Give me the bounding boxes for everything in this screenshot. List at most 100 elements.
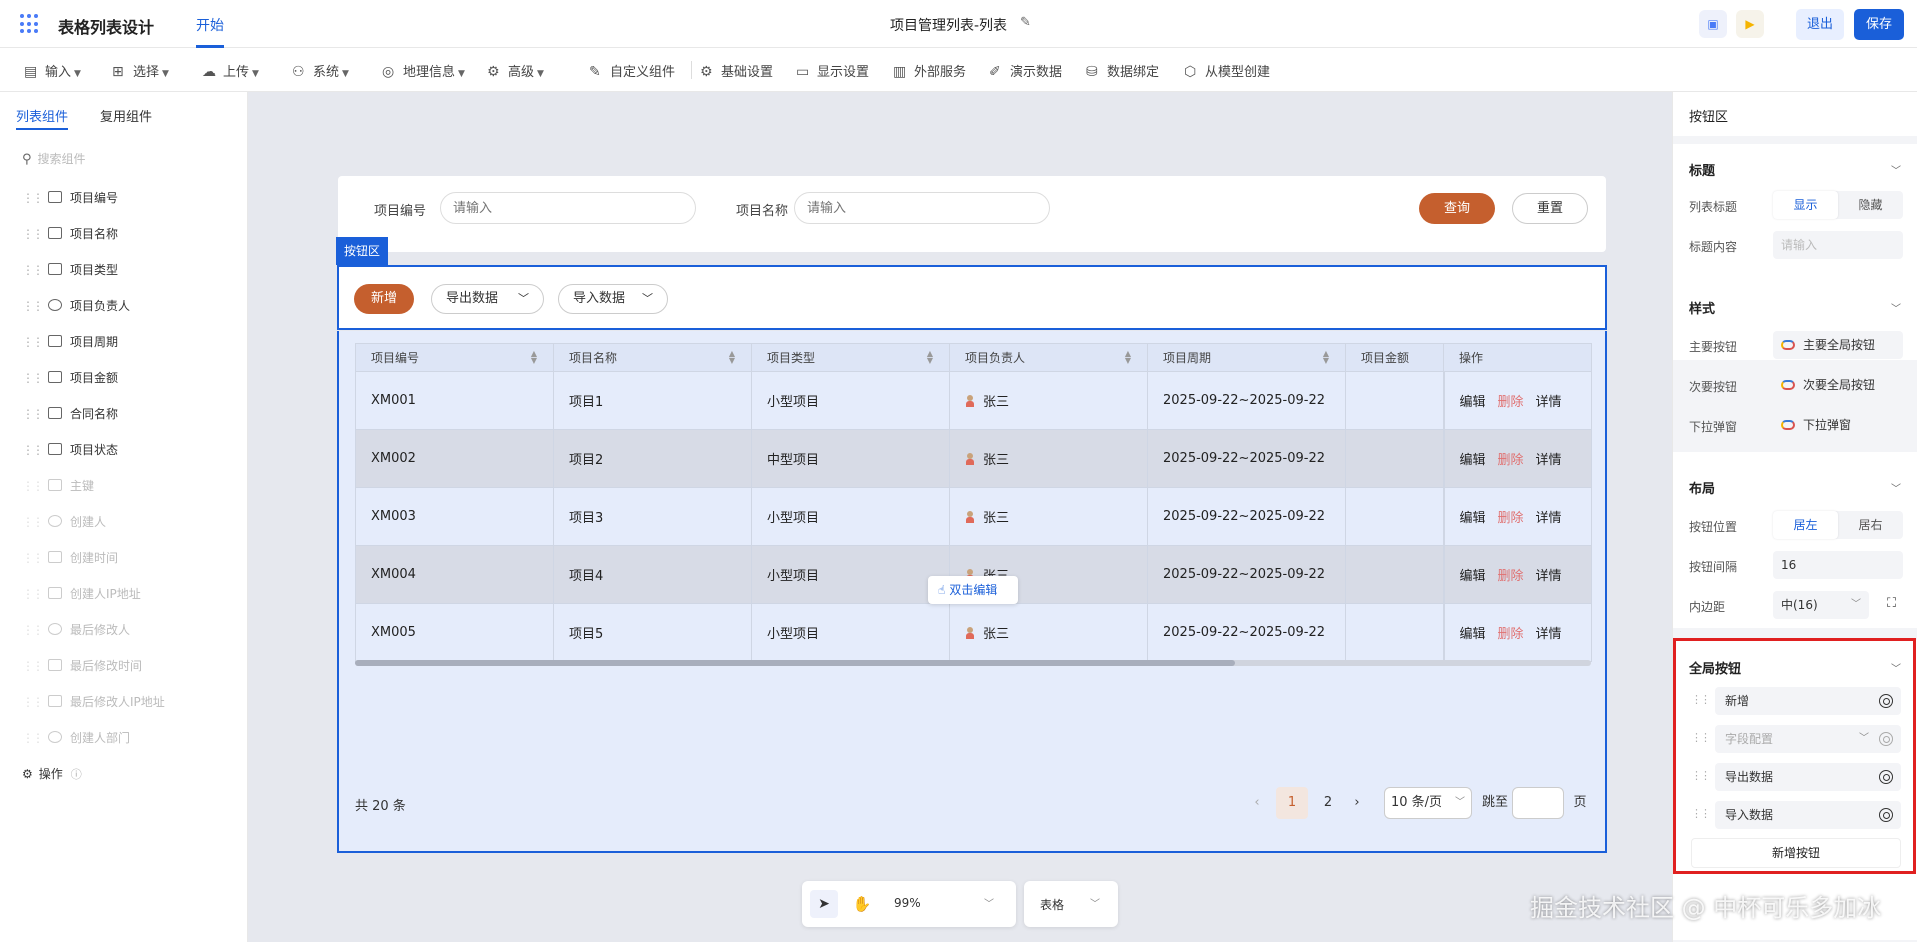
add-button[interactable]: 新增: [354, 284, 414, 314]
primary-button-select[interactable]: 主要全局按钮: [1773, 331, 1903, 359]
export-dropdown[interactable]: 导出数据 ﹀: [431, 284, 544, 314]
drag-handle-icon[interactable]: ⋮⋮: [1691, 693, 1711, 706]
component-item[interactable]: ⋮⋮ 项目状态: [22, 441, 118, 461]
tab-start[interactable]: 开始: [196, 15, 224, 35]
toolbar-custom[interactable]: ✎ 自定义组件: [589, 61, 675, 80]
reset-button[interactable]: 重置: [1512, 193, 1588, 224]
toolbar-system[interactable]: ⚇ 系统 ▼: [292, 61, 349, 80]
detail-link[interactable]: 详情: [1536, 569, 1562, 584]
global-button-row[interactable]: ⋮⋮ 新增: [1691, 687, 1901, 715]
component-item[interactable]: ⋮⋮ 项目负责人: [22, 297, 130, 317]
delete-link[interactable]: 删除: [1498, 395, 1524, 410]
dropdown-select[interactable]: 下拉弹窗: [1773, 411, 1903, 439]
toolbar-advanced[interactable]: ⚙ 高级 ▼: [487, 61, 544, 80]
button-gap-input[interactable]: 16: [1773, 551, 1903, 579]
expand-icon[interactable]: ⛶: [1887, 596, 1896, 611]
button-position-toggle[interactable]: 居左 居右: [1773, 511, 1903, 539]
prev-page-icon[interactable]: ‹: [1247, 787, 1267, 819]
delete-link[interactable]: 删除: [1498, 511, 1524, 526]
edit-link[interactable]: 编辑: [1460, 395, 1486, 410]
show-option[interactable]: 显示: [1773, 191, 1838, 219]
page-1[interactable]: 1: [1276, 787, 1308, 819]
gear-icon[interactable]: [1879, 732, 1893, 746]
view-select[interactable]: 表格 ﹀: [1024, 881, 1118, 927]
detail-link[interactable]: 详情: [1536, 453, 1562, 468]
edit-link[interactable]: 编辑: [1460, 627, 1486, 642]
horizontal-scrollbar[interactable]: [355, 660, 1591, 666]
table-area[interactable]: 项目编号 ▲ ▼ 项目名称 ▲ ▼ 项目类型 ▲ ▼ 项目负责人 ▲ ▼ 项目周期 ▲ ▼ 项目金额…: [337, 331, 1607, 853]
page-size-select[interactable]: 10 条/页 ﹀: [1384, 787, 1472, 819]
secondary-button-select[interactable]: 次要全局按钮: [1773, 371, 1903, 399]
sort-icon[interactable]: ▲ ▼: [531, 350, 537, 365]
detail-link[interactable]: 详情: [1536, 395, 1562, 410]
toolbar-service[interactable]: ▥ 外部服务: [893, 61, 966, 80]
header-type[interactable]: 项目类型 ▲ ▼: [751, 343, 950, 372]
align-right-option[interactable]: 居右: [1838, 511, 1903, 539]
header-amount[interactable]: 项目金额: [1345, 343, 1444, 372]
edit-icon[interactable]: ✎: [1020, 15, 1031, 30]
project-code-input[interactable]: [440, 192, 696, 224]
toolbar-settings[interactable]: ⚙ 基础设置: [700, 61, 773, 80]
component-item[interactable]: ⋮⋮ 合同名称: [22, 405, 118, 425]
component-item[interactable]: ⋮⋮ 项目金额: [22, 369, 118, 389]
drag-handle-icon[interactable]: ⋮⋮: [1691, 731, 1711, 744]
scan-icon[interactable]: ▣: [1699, 10, 1727, 38]
tab-list-components[interactable]: 列表组件: [16, 106, 68, 125]
global-button-row[interactable]: ⋮⋮ 导入数据: [1691, 801, 1901, 829]
toolbar-demo[interactable]: ✐ 演示数据: [989, 61, 1062, 80]
next-page-icon[interactable]: ›: [1347, 787, 1367, 819]
title-content-input[interactable]: 请输入: [1773, 231, 1903, 259]
doc-title[interactable]: 项目管理列表-列表: [890, 15, 1007, 35]
toolbar-map[interactable]: ◎ 地理信息 ▼: [382, 61, 465, 80]
import-dropdown[interactable]: 导入数据 ﹀: [558, 284, 668, 314]
chevron-down-icon[interactable]: ﹀: [1891, 480, 1901, 495]
chevron-down-icon[interactable]: ﹀: [1891, 660, 1901, 675]
project-name-input[interactable]: [794, 192, 1050, 224]
chevron-down-icon[interactable]: ﹀: [1891, 162, 1901, 177]
table-row[interactable]: XM003 项目3 小型项目 张三 2025-09-22~2025-09-22 …: [355, 487, 1592, 546]
page-2[interactable]: 2: [1312, 787, 1344, 819]
delete-link[interactable]: 删除: [1498, 453, 1524, 468]
toolbar-upload[interactable]: ☁ 上传 ▼: [202, 61, 259, 80]
table-row[interactable]: XM001 项目1 小型项目 张三 2025-09-22~2025-09-22 …: [355, 371, 1592, 430]
hand-tool-icon[interactable]: ✋: [848, 890, 876, 918]
sort-icon[interactable]: ▲ ▼: [927, 350, 933, 365]
global-button-row[interactable]: ⋮⋮ 字段配置 ﹀: [1691, 725, 1901, 753]
header-period[interactable]: 项目周期 ▲ ▼: [1147, 343, 1346, 372]
delete-link[interactable]: 删除: [1498, 627, 1524, 642]
edit-link[interactable]: 编辑: [1460, 511, 1486, 526]
sort-icon[interactable]: ▲ ▼: [1323, 350, 1329, 365]
edit-link[interactable]: 编辑: [1460, 569, 1486, 584]
component-item[interactable]: ⋮⋮ 项目编号: [22, 189, 118, 209]
hide-option[interactable]: 隐藏: [1838, 191, 1903, 219]
toolbar-display[interactable]: ▭ 显示设置: [796, 61, 869, 80]
component-item[interactable]: ⋮⋮ 项目名称: [22, 225, 118, 245]
gear-icon[interactable]: [1879, 770, 1893, 784]
drag-handle-icon[interactable]: ⋮⋮: [1691, 769, 1711, 782]
component-search[interactable]: ⚲ 搜索组件: [22, 150, 86, 167]
table-row[interactable]: XM005 项目5 小型项目 张三 2025-09-22~2025-09-22 …: [355, 603, 1592, 662]
delete-link[interactable]: 删除: [1498, 569, 1524, 584]
double-click-edit-tip[interactable]: ☝ 双击编辑: [928, 576, 1018, 604]
header-owner[interactable]: 项目负责人 ▲ ▼: [949, 343, 1148, 372]
header-code[interactable]: 项目编号 ▲ ▼: [355, 343, 554, 372]
align-left-option[interactable]: 居左: [1773, 511, 1838, 539]
padding-select[interactable]: 中(16) ﹀: [1773, 591, 1869, 619]
save-button[interactable]: 保存: [1854, 9, 1904, 40]
toolbar-select[interactable]: ⊞ 选择 ▼: [112, 61, 169, 80]
toolbar-model[interactable]: ⬡ 从模型创建: [1184, 61, 1270, 80]
component-item[interactable]: ⋮⋮ 项目类型: [22, 261, 118, 281]
exit-button[interactable]: 退出: [1796, 9, 1844, 40]
add-global-button[interactable]: 新增按钮: [1691, 838, 1901, 868]
table-row[interactable]: XM002 项目2 中型项目 张三 2025-09-22~2025-09-22 …: [355, 429, 1592, 488]
jump-page-input[interactable]: [1512, 787, 1564, 819]
play-icon[interactable]: ▶: [1736, 10, 1764, 38]
component-item[interactable]: ⋮⋮ 项目周期: [22, 333, 118, 353]
toolbar-input[interactable]: ▤ 输入 ▼: [24, 61, 81, 80]
query-button[interactable]: 查询: [1419, 193, 1495, 224]
chevron-down-icon[interactable]: ﹀: [984, 895, 994, 910]
title-visibility-toggle[interactable]: 显示 隐藏: [1773, 191, 1903, 219]
gear-icon[interactable]: [1879, 808, 1893, 822]
drag-handle-icon[interactable]: ⋮⋮: [1691, 807, 1711, 820]
toolbar-database[interactable]: ⛁ 数据绑定: [1086, 61, 1159, 80]
